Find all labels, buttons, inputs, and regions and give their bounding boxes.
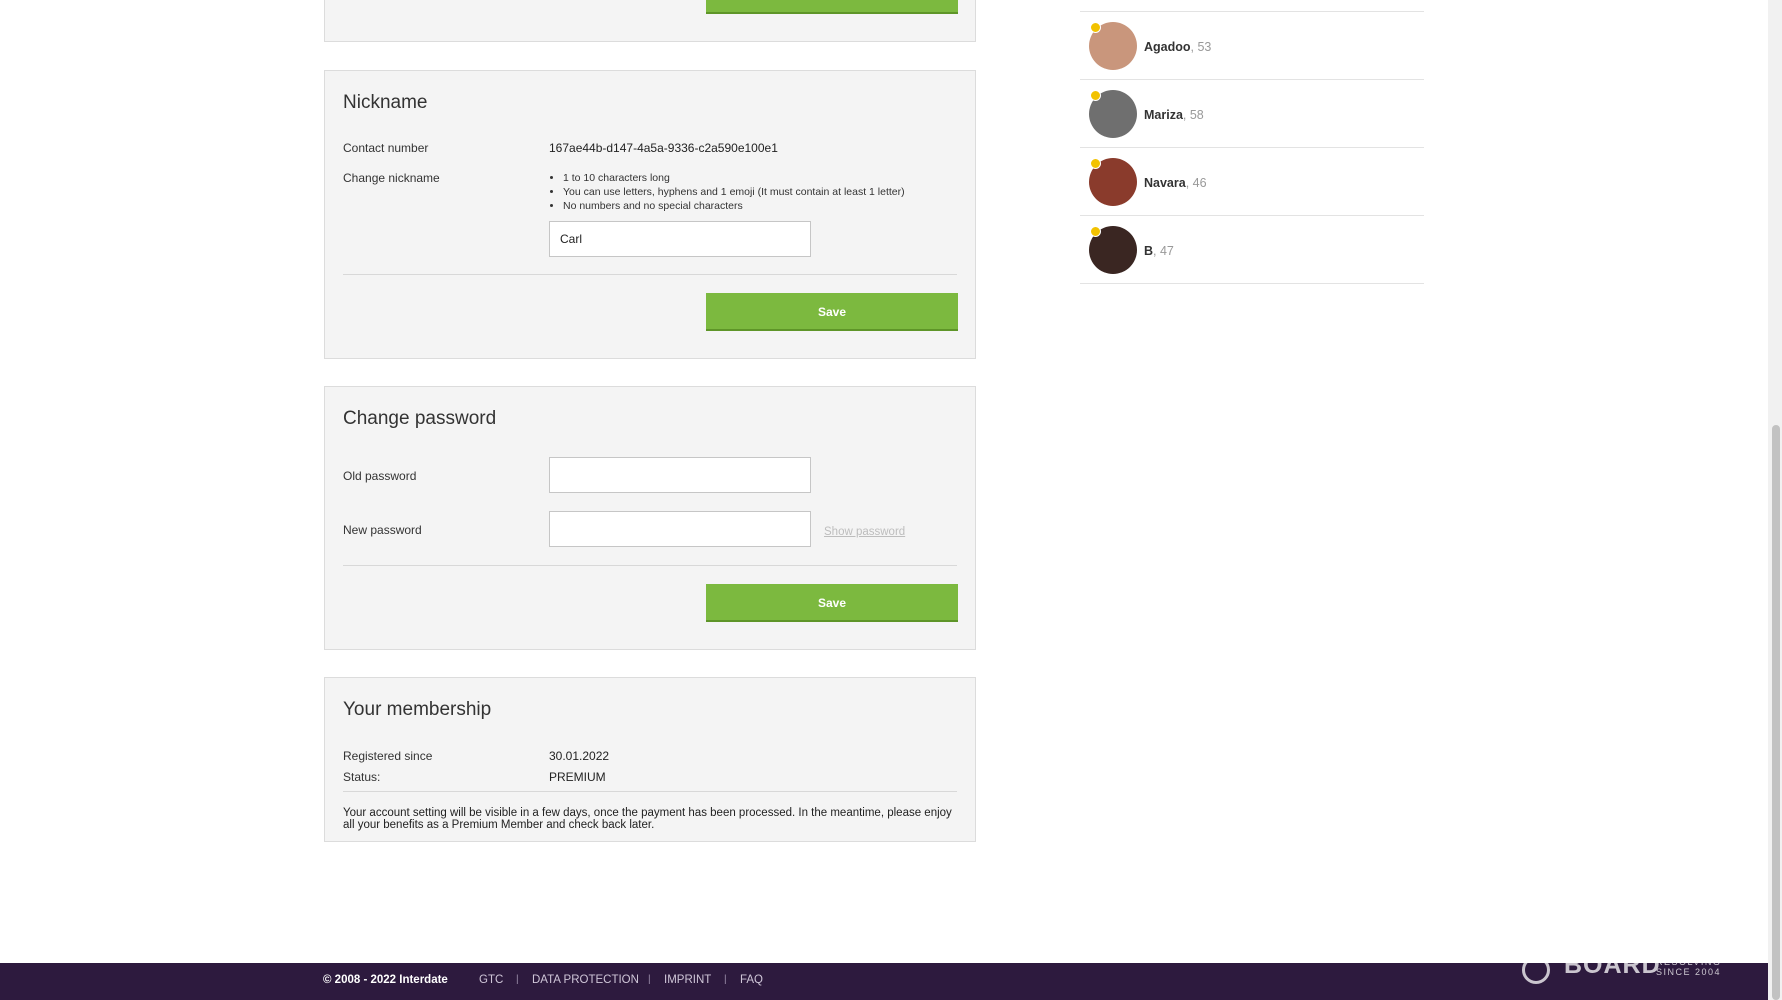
contact-age: , 47 [1153,244,1174,258]
contact-name-text: Agadoo [1144,40,1191,54]
footer-link-data-protection[interactable]: DATA PROTECTION [532,974,639,986]
status-label: Status: [343,770,381,784]
board-logo-text: BOARD [1564,951,1661,979]
divider [343,791,957,792]
nickname-rule: You can use letters, hyphens and 1 emoji… [563,185,905,199]
online-dot-icon [1090,158,1101,169]
divider [343,565,957,566]
contact-name[interactable]: Navara, 46 [1144,176,1207,190]
nickname-rule: No numbers and no special characters [563,199,905,213]
copyright: © 2008 - 2022 Interdate [323,974,448,986]
list-item[interactable] [1080,0,1424,12]
footer-link-faq[interactable]: FAQ [740,974,763,986]
new-password-input[interactable] [549,511,811,547]
contact-name-text: Mariza [1144,108,1183,122]
password-panel: Change password Old password New passwor… [324,386,976,650]
footer-separator: | [516,974,519,985]
nickname-rule: 1 to 10 characters long [563,171,905,185]
online-dot-icon [1090,226,1101,237]
previous-save-button[interactable] [706,0,958,14]
nickname-panel: Nickname Contact number 167ae44b-d147-4a… [324,70,976,359]
contact-name-text: Navara [1144,176,1186,190]
old-password-label: Old password [343,469,417,483]
contact-age: , 53 [1190,40,1212,54]
status-value: PREMIUM [549,770,606,784]
membership-notice: Your account setting will be visible in … [343,807,952,831]
contact-age: , 58 [1182,108,1204,122]
footer-separator: | [648,974,651,985]
online-dot-icon [1090,90,1101,101]
nickname-title: Nickname [343,92,428,113]
save-nickname-button[interactable]: Save [706,293,958,331]
registered-since-label: Registered since [343,749,433,763]
list-item[interactable]: Mariza, 58 [1080,80,1424,148]
list-item[interactable]: Navara, 46 [1080,148,1424,216]
password-title: Change password [343,408,497,429]
contact-name[interactable]: Agadoo, 53 [1144,40,1211,54]
membership-title: Your membership [343,699,492,720]
nickname-input[interactable] [549,221,811,257]
show-password-link[interactable]: Show password [824,526,905,538]
contact-name[interactable]: Mariza, 58 [1144,108,1204,122]
board-logo-subtext: RESOLVING SINCE 2004 [1656,957,1722,977]
save-password-button[interactable]: Save [706,584,958,622]
previous-settings-panel [324,0,976,42]
footer-link-gtc[interactable]: GTC [479,974,503,986]
nickname-rules: 1 to 10 characters long You can use lett… [549,171,905,213]
scrollbar-thumb[interactable] [1772,425,1780,1000]
online-dot-icon [1090,22,1101,33]
registered-since-value: 30.01.2022 [549,749,610,763]
membership-panel: Your membership Registered since 30.01.2… [324,677,976,842]
footer-link-imprint[interactable]: IMPRINT [664,974,711,986]
old-password-input[interactable] [549,457,811,493]
footer: © 2008 - 2022 Interdate GTC | DATA PROTE… [0,963,1768,1000]
contact-number-label: Contact number [343,141,429,155]
contact-name-text: B [1144,244,1154,258]
divider [343,274,957,275]
new-password-label: New password [343,523,422,537]
footer-separator: | [724,974,727,985]
contact-number-value: 167ae44b-d147-4a5a-9336-c2a590e100e1 [549,141,778,155]
list-item[interactable]: B, 47 [1080,216,1424,284]
contact-age: , 46 [1185,176,1207,190]
change-nickname-label: Change nickname [343,171,440,185]
list-item[interactable]: Agadoo, 53 [1080,12,1424,80]
contact-name[interactable]: B, 47 [1144,244,1174,258]
board-logo-icon [1522,956,1550,984]
